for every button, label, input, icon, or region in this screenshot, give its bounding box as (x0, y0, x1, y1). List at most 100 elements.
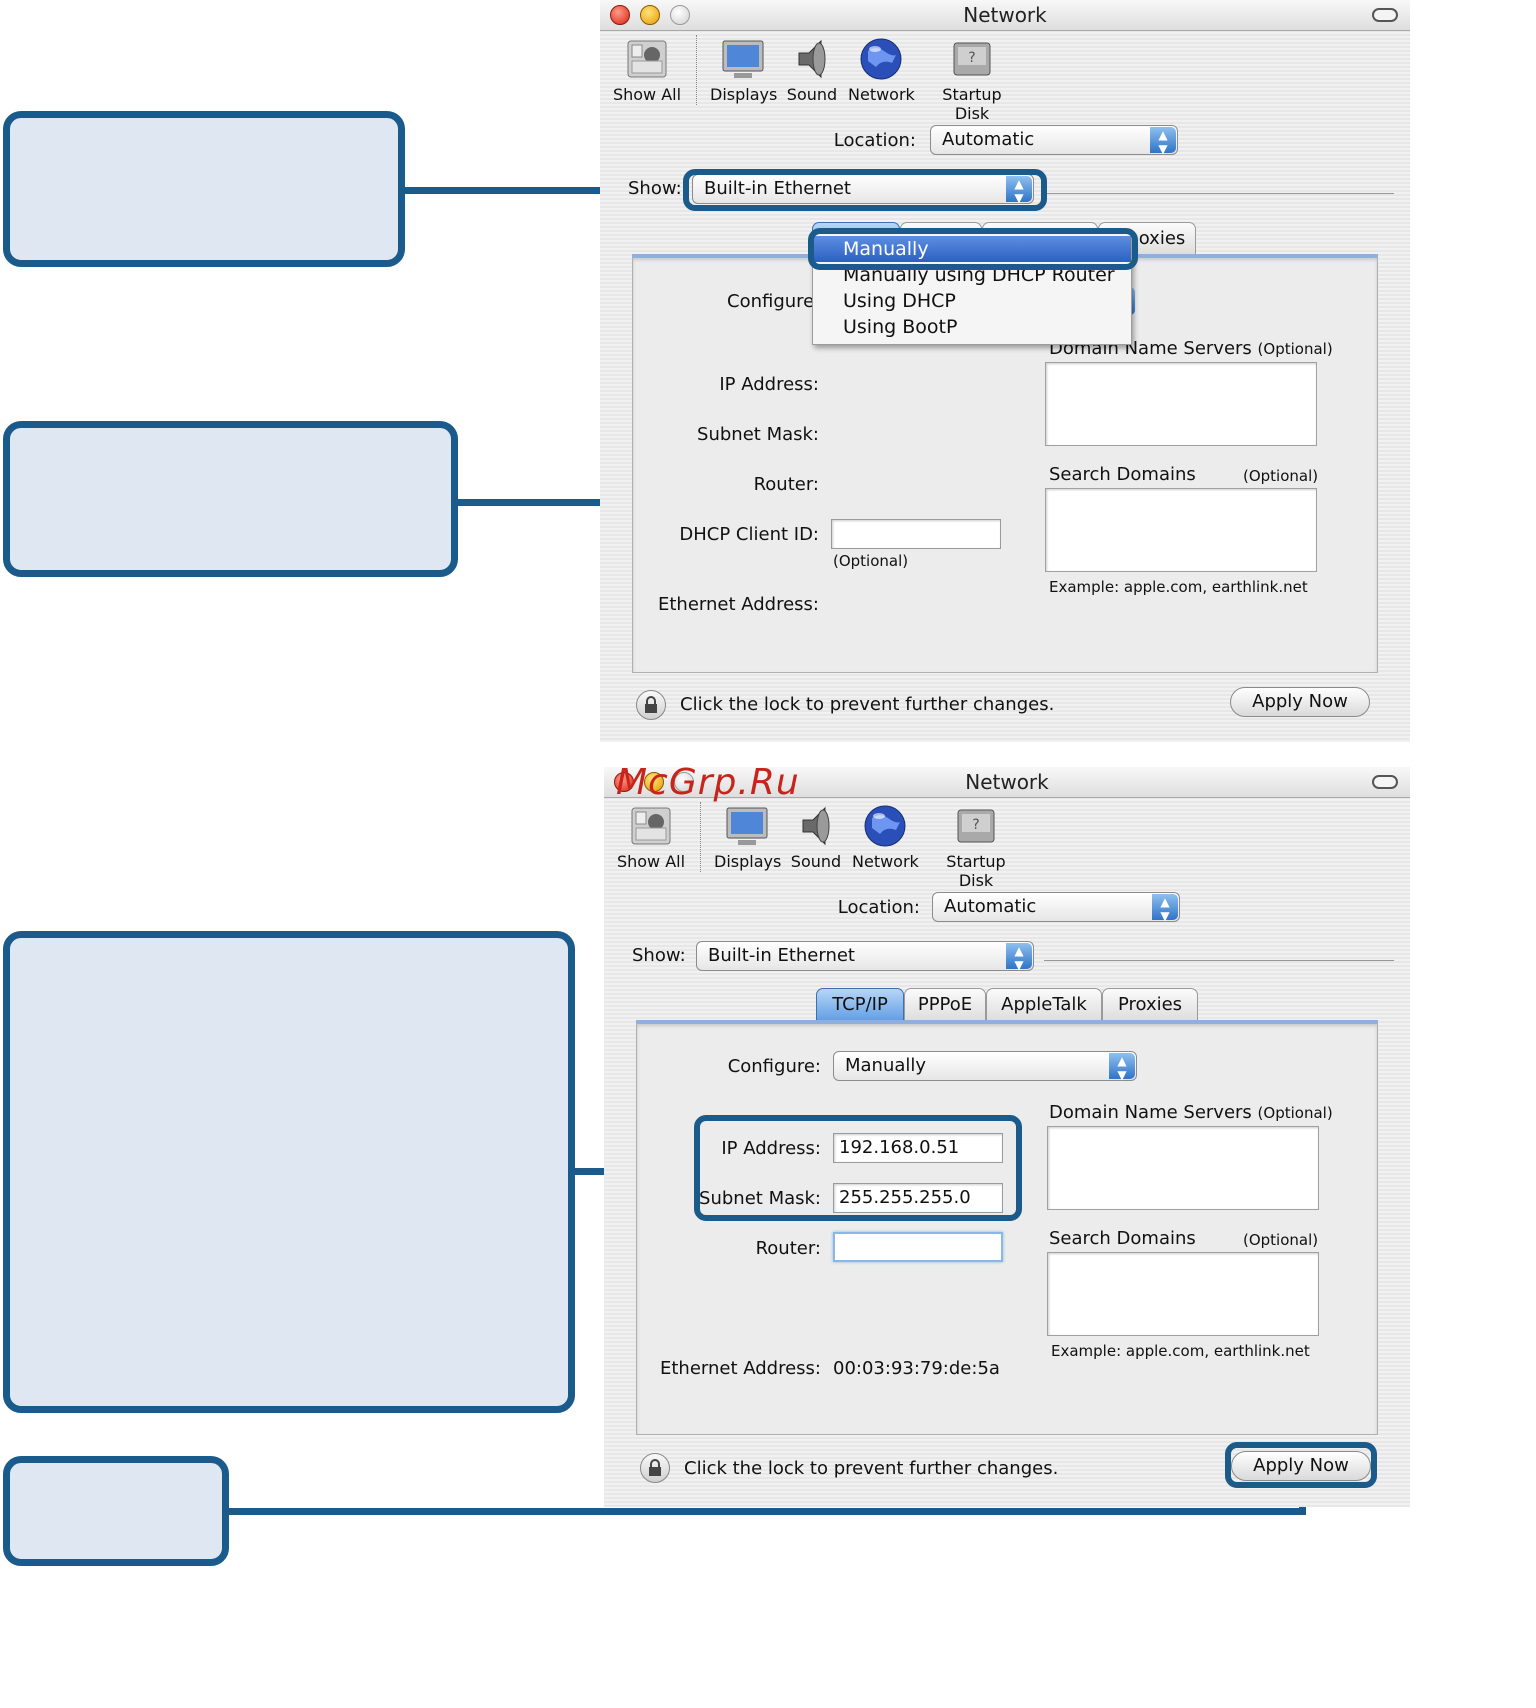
toolbar: Show All Displays Sound Network ? Startu (600, 31, 1410, 123)
displays-icon (724, 804, 770, 848)
toolbar-show-all[interactable]: Show All (616, 804, 686, 871)
router-field[interactable] (833, 1232, 1003, 1262)
location-value: Automatic (944, 896, 1037, 917)
callout-box-4 (3, 1456, 229, 1566)
title-bar: Network (600, 0, 1410, 31)
callout-box-1 (3, 111, 405, 267)
toolbar-label: Displays (714, 852, 782, 871)
network-globe-icon (858, 37, 904, 81)
tab-proxies[interactable]: Proxies (1102, 988, 1198, 1022)
toolbar-network[interactable]: Network (848, 37, 915, 104)
sound-icon (789, 37, 835, 81)
router-label: Router: (755, 1238, 821, 1259)
search-domains-optional: (Optional) (1243, 1231, 1319, 1249)
menu-item-using-bootp[interactable]: Using BootP (813, 314, 1131, 340)
connector-line-4a (227, 1508, 1305, 1515)
highlight-manually-item (808, 228, 1138, 270)
dhcp-client-id-field[interactable] (831, 519, 1001, 549)
dns-servers-box[interactable] (1045, 362, 1317, 446)
toolbar-label: Network (848, 85, 915, 104)
toolbar-label: Startup Disk (942, 85, 1002, 123)
toolbar-label: Sound (790, 852, 842, 871)
svg-text:?: ? (968, 50, 975, 66)
configure-popup[interactable]: Manually ▲ ▼ (833, 1051, 1137, 1081)
group-divider (1044, 960, 1394, 961)
lock-text: Click the lock to prevent further change… (680, 694, 1055, 715)
toolbar-sound[interactable]: Sound (786, 37, 838, 104)
toolbar-show-all[interactable]: Show All (612, 37, 682, 104)
search-domains-box[interactable] (1045, 488, 1317, 572)
search-domains-box[interactable] (1047, 1252, 1319, 1336)
dns-label: Domain Name Servers (Optional) (1049, 1102, 1333, 1123)
tcpip-panel: Configure: Manually ▲ ▼ Domain Name Serve… (636, 1020, 1378, 1435)
highlight-apply-now (1225, 1442, 1377, 1488)
group-divider (1044, 193, 1394, 194)
subnet-mask-label: Subnet Mask: (697, 424, 819, 445)
configure-value: Manually (845, 1055, 927, 1076)
watermark-text: McGrp.Ru (616, 762, 800, 803)
toolbar-startup-disk[interactable]: ? Startup Disk (928, 804, 1024, 890)
apply-now-button[interactable]: Apply Now (1230, 687, 1370, 717)
search-domains-optional: (Optional) (1243, 467, 1319, 485)
configure-label: Configure (727, 291, 815, 312)
toolbar-displays[interactable]: Displays (710, 37, 777, 104)
startup-disk-icon: ? (953, 804, 999, 848)
ethernet-address-value: 00:03:93:79:de:5a (833, 1358, 1000, 1379)
displays-icon (720, 37, 766, 81)
dns-servers-box[interactable] (1047, 1126, 1319, 1210)
show-label: Show: (628, 178, 682, 199)
show-label: Show: (632, 945, 686, 966)
toolbar-label: Sound (786, 85, 838, 104)
toolbar-separator (700, 802, 701, 872)
show-all-icon (624, 37, 670, 81)
toolbar-startup-disk[interactable]: ? Startup Disk (924, 37, 1020, 123)
router-label: Router: (753, 474, 819, 495)
dhcp-client-id-label: DHCP Client ID: (679, 524, 819, 545)
toolbar-toggle-button[interactable] (1372, 775, 1398, 789)
configure-label: Configure: (727, 1056, 821, 1077)
lock-icon[interactable] (636, 690, 666, 720)
toolbar-label: Show All (616, 852, 686, 871)
location-label: Location: (833, 130, 916, 151)
toolbar-toggle-button[interactable] (1372, 8, 1398, 22)
toolbar-label: Network (852, 852, 919, 871)
network-window-1: Network Show All Displays Sound Network … (600, 0, 1410, 742)
lock-icon[interactable] (640, 1453, 670, 1483)
ip-address-label: IP Address: (719, 374, 819, 395)
ethernet-address-label: Ethernet Address: (657, 594, 819, 615)
toolbar-network[interactable]: Network (852, 804, 919, 871)
tab-tcpip[interactable]: TCP/IP (816, 988, 904, 1022)
popup-arrows-icon: ▲ ▼ (1152, 894, 1178, 922)
window-title: Network (963, 3, 1047, 27)
popup-arrows-icon: ▲ ▼ (1150, 127, 1176, 155)
tab-appletalk[interactable]: AppleTalk (986, 988, 1102, 1022)
toolbar-sound[interactable]: Sound (790, 804, 842, 871)
callout-box-2 (3, 421, 458, 577)
sound-icon (793, 804, 839, 848)
show-value: Built-in Ethernet (708, 945, 855, 966)
svg-text:?: ? (972, 817, 979, 833)
location-label: Location: (837, 897, 920, 918)
toolbar: Show All Displays Sound Network ? Startu (604, 798, 1410, 890)
search-domains-example: Example: apple.com, earthlink.net (1051, 1342, 1310, 1360)
search-domains-label: Search Domains (1049, 1228, 1196, 1249)
tab-pppoe[interactable]: PPPoE (904, 988, 986, 1022)
tab-proxies-label: oxies (1138, 228, 1186, 249)
popup-arrows-icon: ▲ ▼ (1006, 943, 1032, 971)
toolbar-separator (696, 35, 697, 105)
ethernet-address-label: Ethernet Address: (659, 1358, 821, 1379)
toolbar-label: Startup Disk (946, 852, 1006, 890)
network-globe-icon (862, 804, 908, 848)
callout-box-3 (3, 931, 575, 1413)
search-domains-label: Search Domains (1049, 464, 1196, 485)
location-popup[interactable]: Automatic ▲ ▼ (930, 125, 1178, 155)
toolbar-displays[interactable]: Displays (714, 804, 782, 871)
location-value: Automatic (942, 129, 1035, 150)
highlight-show-popup (683, 169, 1047, 211)
show-popup[interactable]: Built-in Ethernet ▲ ▼ (696, 941, 1034, 971)
lock-text: Click the lock to prevent further change… (684, 1458, 1059, 1479)
startup-disk-icon: ? (949, 37, 995, 81)
toolbar-label: Show All (612, 85, 682, 104)
location-popup[interactable]: Automatic ▲ ▼ (932, 892, 1180, 922)
menu-item-using-dhcp[interactable]: Using DHCP (813, 288, 1131, 314)
